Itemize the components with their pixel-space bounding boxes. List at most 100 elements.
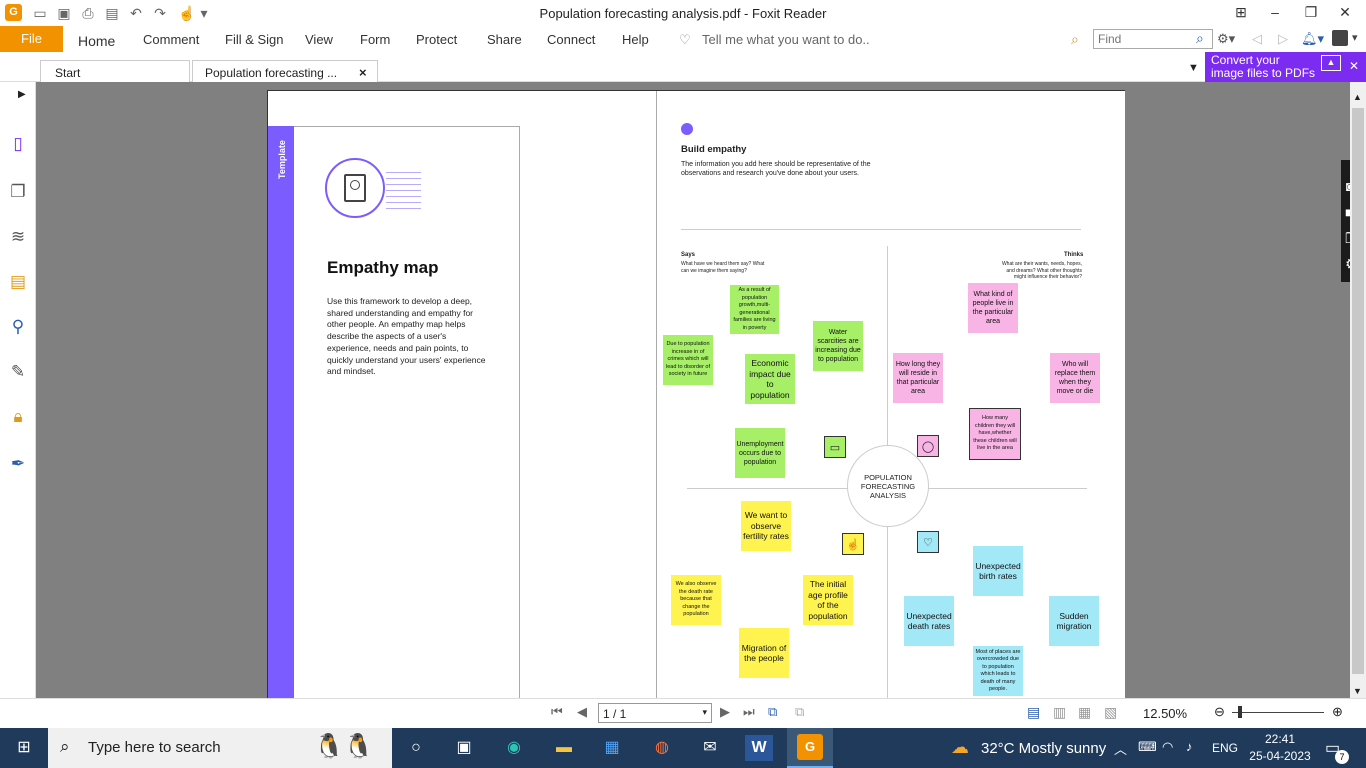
facing-icon[interactable]: ▦ [1078, 704, 1091, 721]
promo-close-icon[interactable]: ✕ [1349, 60, 1359, 73]
zoom-out-icon[interactable]: ⊖ [1214, 704, 1225, 720]
fill-sign-icon[interactable]: ✒ [8, 454, 28, 474]
continuous-icon[interactable]: ▥ [1053, 704, 1066, 721]
wifi-icon[interactable]: ◠ [1162, 739, 1173, 755]
input-method-icon[interactable]: ⌨ [1138, 739, 1157, 755]
sticky-note-blue[interactable]: Unexpected death rates [904, 596, 954, 646]
prev-page-icon[interactable]: ◀ [577, 704, 587, 720]
file-explorer-icon[interactable]: ▬ [550, 735, 578, 761]
page-number-input[interactable]: 1 / 1 ▾ [598, 703, 712, 723]
sticky-note-green[interactable]: As a result of population growth,multi-g… [730, 285, 779, 334]
pages-icon[interactable]: ❐ [8, 182, 28, 202]
sticky-note-green[interactable]: Due to population increase in of crimes … [663, 335, 713, 385]
security-lock-icon[interactable]: 🔒︎ [8, 407, 28, 427]
file-menu-button[interactable]: File [0, 26, 63, 52]
close-tab-icon[interactable]: × [359, 65, 367, 80]
next-page-icon[interactable]: ▶ [720, 704, 730, 720]
menu-form[interactable]: Form [360, 32, 390, 47]
scroll-up-icon[interactable]: ▲ [1353, 92, 1362, 102]
menu-home[interactable]: Home [78, 33, 115, 49]
scroll-thumb[interactable] [1352, 108, 1364, 674]
sticky-note-blue[interactable]: Sudden migration [1049, 596, 1099, 646]
tab-start[interactable]: Start [40, 60, 190, 82]
tab-document[interactable]: Population forecasting ... [192, 60, 378, 82]
store-icon[interactable]: ▦ [598, 735, 626, 761]
signature-icon[interactable]: ✎ [8, 362, 28, 382]
menu-help[interactable]: Help [622, 32, 649, 47]
settings-gear-icon[interactable]: ⚙▾ [1217, 31, 1235, 47]
tell-me-input[interactable]: Tell me what you want to do.. [702, 32, 870, 47]
comments-icon[interactable]: ▤ [8, 272, 28, 292]
zoom-slider-handle[interactable] [1238, 706, 1242, 718]
convert-promo-banner[interactable]: Convert your image files to PDFs ▲ ✕ [1205, 52, 1366, 82]
firefox-icon[interactable]: ◍ [648, 735, 676, 761]
tab-list-dropdown-icon[interactable]: ▼ [1188, 62, 1199, 74]
fit-page-icon[interactable]: ⧉ [768, 704, 777, 720]
menu-share[interactable]: Share [487, 32, 522, 47]
attachments-icon[interactable]: ⚲ [8, 317, 28, 337]
next-view-icon[interactable]: ▷ [1278, 31, 1288, 47]
menu-protect[interactable]: Protect [416, 32, 457, 47]
first-page-icon[interactable]: ⏮ [551, 704, 563, 720]
says-description: What have we heard them say? What can we… [681, 261, 765, 274]
clock-time[interactable]: 22:41 [1250, 732, 1310, 746]
folder-search-icon[interactable]: ⌕ [1071, 31, 1079, 48]
user-dropdown-icon[interactable]: ▾ [1352, 31, 1358, 44]
edge-icon[interactable]: ◉ [500, 735, 528, 761]
menu-view[interactable]: View [305, 32, 333, 47]
clock-date[interactable]: 25-04-2023 [1245, 749, 1315, 763]
zoom-in-icon[interactable]: ⊕ [1332, 704, 1343, 720]
mail-icon[interactable]: ✉ [696, 735, 724, 761]
weather-text[interactable]: 32°C Mostly sunny [981, 740, 1106, 757]
sticky-note-pink[interactable]: What kind of people live in the particul… [968, 283, 1018, 333]
word-icon[interactable]: W [745, 735, 773, 761]
scroll-down-icon[interactable]: ▼ [1353, 686, 1362, 696]
weather-sun-icon[interactable]: ☁ [951, 737, 969, 758]
expand-panel-icon[interactable]: ▶ [18, 89, 26, 100]
language-indicator[interactable]: ENG [1212, 741, 1238, 755]
find-input[interactable] [1093, 29, 1213, 49]
taskbar-search-box[interactable]: ⌕ Type here to search 🐧🐧 [48, 728, 392, 768]
sticky-note-blue[interactable]: Most of places are overcrowded due to po… [973, 646, 1023, 696]
show-hidden-icons[interactable]: ︿ [1114, 739, 1127, 758]
task-view-icon[interactable]: ▣ [450, 735, 478, 761]
sticky-note-green[interactable]: Unemployment occurs due to population [735, 428, 785, 478]
volume-icon[interactable]: ♪ [1186, 739, 1193, 754]
sticky-note-blue[interactable]: Unexpected birth rates [973, 546, 1023, 596]
lightbulb-icon: ♡ [679, 32, 691, 47]
page-thumbnails-icon[interactable]: ▯ [8, 134, 28, 154]
windows-start-icon[interactable]: ⊞ [10, 735, 38, 761]
sticky-note-pink[interactable]: Who will replace them when they move or … [1050, 353, 1100, 403]
menu-fill-sign[interactable]: Fill & Sign [225, 32, 284, 47]
single-page-icon[interactable]: ▤ [1027, 704, 1040, 721]
menu-comment[interactable]: Comment [143, 32, 199, 47]
cortana-icon[interactable]: ○ [402, 735, 430, 761]
zoom-level[interactable]: 12.50% [1143, 706, 1187, 721]
zoom-slider[interactable] [1232, 712, 1324, 713]
close-window-button[interactable]: ✕ [1322, 0, 1366, 26]
document-viewer[interactable]: Template Empathy map Use this framework … [36, 82, 1350, 698]
search-icon[interactable]: ⌕ [1196, 30, 1204, 47]
sticky-note-yellow[interactable]: The initial age profile of the populatio… [803, 575, 853, 625]
bell-icon[interactable]: 🔔︎▾ [1301, 31, 1324, 47]
sticky-note-yellow[interactable]: We want to observe fertility rates [741, 501, 791, 551]
vertical-scrollbar[interactable]: ▲ ▼ [1350, 82, 1366, 698]
sticky-note-green[interactable]: Water scarcities are increasing due to p… [813, 321, 863, 371]
tab-document-label: Population forecasting ... [205, 66, 338, 80]
rotate-icon[interactable]: ⧉ [795, 704, 804, 720]
user-avatar-icon[interactable] [1332, 30, 1348, 46]
empathy-map-description: Use this framework to develop a deep, sh… [327, 296, 486, 377]
sticky-note-pink[interactable]: How long they will reside in that partic… [893, 353, 943, 403]
foxit-taskbar-button[interactable]: G [787, 728, 833, 768]
last-page-icon[interactable]: ⏭ [743, 704, 755, 720]
empathy-board: Build empathy The information you add he… [656, 91, 1125, 698]
prev-view-icon[interactable]: ◁ [1252, 31, 1262, 47]
continuous-facing-icon[interactable]: ▧ [1104, 704, 1117, 721]
menu-connect[interactable]: Connect [547, 32, 595, 47]
sticky-note-green[interactable]: Economic impact due to population [745, 354, 795, 404]
sticky-note-pink[interactable]: How many children they will have,whether… [969, 408, 1021, 460]
layers-icon[interactable]: ≋ [8, 227, 28, 247]
sticky-note-yellow[interactable]: Migration of the people [739, 628, 789, 678]
chat-bubble-icon: ▭ [824, 436, 846, 458]
sticky-note-yellow[interactable]: We also observe the death rate because t… [671, 575, 721, 625]
